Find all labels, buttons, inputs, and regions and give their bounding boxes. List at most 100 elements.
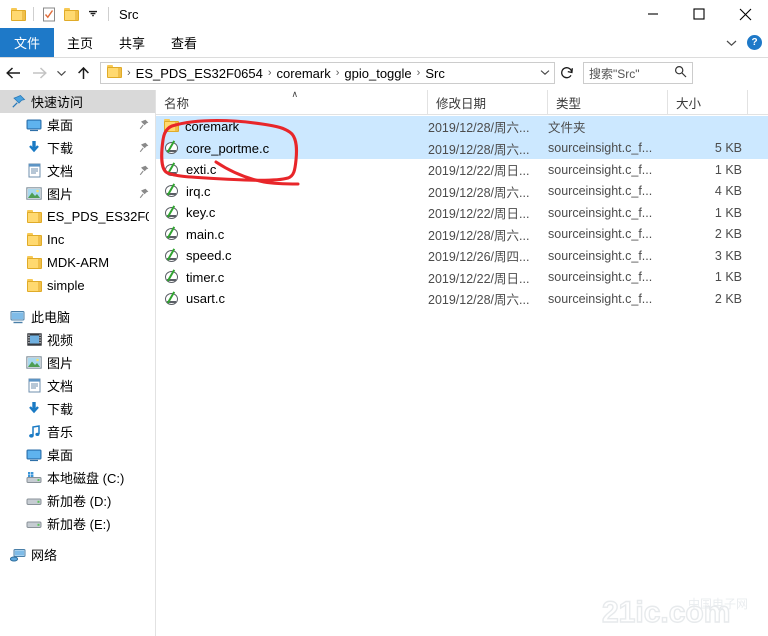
table-row[interactable]: irq.c 2019/12/28/周六... sourceinsight.c_f… xyxy=(156,181,768,203)
table-row[interactable]: key.c 2019/12/22/周日... sourceinsight.c_f… xyxy=(156,202,768,224)
refresh-button[interactable] xyxy=(555,62,579,84)
forward-button[interactable] xyxy=(26,60,52,86)
breadcrumb-item-1[interactable]: coremark xyxy=(275,66,333,81)
sourceinsight-icon xyxy=(164,226,180,242)
documents-icon xyxy=(26,163,42,179)
column-header-date[interactable]: 修改日期 xyxy=(428,90,548,115)
file-name-cell: usart.c xyxy=(164,291,225,307)
column-header-name[interactable]: ∧ 名称 xyxy=(156,89,428,115)
sidebar-item-pictures[interactable]: 图片 xyxy=(0,182,155,205)
file-size: 1 KB xyxy=(714,205,742,220)
sidebar-item-this-pc[interactable]: 此电脑 xyxy=(0,305,155,328)
file-name: usart.c xyxy=(186,291,226,307)
sidebar-item-local-disk-c[interactable]: 本地磁盘 (C:) xyxy=(0,466,155,489)
sidebar-item-videos[interactable]: 视频 xyxy=(0,328,155,351)
file-name: core_portme.c xyxy=(186,140,270,156)
table-row[interactable]: speed.c 2019/12/26/周四... sourceinsight.c… xyxy=(156,245,768,267)
new-folder-icon[interactable] xyxy=(60,3,82,25)
column-label: 修改日期 xyxy=(436,97,487,111)
chevron-down-icon[interactable] xyxy=(726,35,737,50)
sidebar-item-desktop[interactable]: 桌面 xyxy=(0,113,155,136)
sidebar-label: 音乐 xyxy=(47,425,74,440)
table-row[interactable]: usart.c 2019/12/28/周六... sourceinsight.c… xyxy=(156,288,768,310)
file-size: 5 KB xyxy=(714,141,742,156)
table-row[interactable]: coremark 2019/12/28/周六... 文件夹 xyxy=(156,116,768,138)
properties-icon[interactable] xyxy=(38,3,60,25)
pin-icon[interactable] xyxy=(139,118,149,133)
file-type: sourceinsight.c_f... xyxy=(548,205,653,220)
download-icon xyxy=(26,140,42,156)
close-icon[interactable] xyxy=(722,0,768,28)
sidebar-item-pictures-pc[interactable]: 图片 xyxy=(0,351,155,374)
column-label: 大小 xyxy=(676,97,702,111)
table-row[interactable]: timer.c 2019/12/22/周日... sourceinsight.c… xyxy=(156,267,768,289)
sidebar-item-documents-pc[interactable]: 文档 xyxy=(0,374,155,397)
file-type: sourceinsight.c_f... xyxy=(548,270,653,285)
tab-share[interactable]: 共享 xyxy=(106,28,158,57)
sidebar-item-inc[interactable]: Inc xyxy=(0,228,155,251)
file-size: 3 KB xyxy=(714,248,742,263)
title-bar: Src xyxy=(0,0,768,28)
file-name: speed.c xyxy=(186,248,232,264)
pin-icon[interactable] xyxy=(139,164,149,179)
sidebar-item-volume-d[interactable]: 新加卷 (D:) xyxy=(0,489,155,512)
chevron-down-icon[interactable] xyxy=(540,68,550,79)
tab-home[interactable]: 主页 xyxy=(54,28,106,57)
sidebar-item-music[interactable]: 音乐 xyxy=(0,420,155,443)
videos-icon xyxy=(26,332,42,348)
music-icon xyxy=(26,424,42,440)
this-pc-icon xyxy=(10,309,26,325)
ribbon-actions: ? xyxy=(726,28,762,57)
sidebar-label: simple xyxy=(47,278,85,293)
maximize-icon[interactable] xyxy=(676,0,722,28)
file-date: 2019/12/28/周六... xyxy=(428,185,530,200)
recent-locations-icon[interactable] xyxy=(52,60,70,86)
file-size: 2 KB xyxy=(714,291,742,306)
column-header-size[interactable]: 大小 xyxy=(668,90,748,115)
search-input[interactable]: 搜索"Src" xyxy=(583,62,693,84)
breadcrumb[interactable]: › ES_PDS_ES32F0654 › coremark › gpio_tog… xyxy=(100,62,555,84)
file-type: sourceinsight.c_f... xyxy=(548,141,653,156)
table-row[interactable]: exti.c 2019/12/22/周日... sourceinsight.c_… xyxy=(156,159,768,181)
sidebar-item-desktop-pc[interactable]: 桌面 xyxy=(0,443,155,466)
desktop-icon xyxy=(26,447,42,463)
file-size: 1 KB xyxy=(714,270,742,285)
sidebar-item-downloads[interactable]: 下载 xyxy=(0,136,155,159)
sidebar-item-quick-access[interactable]: 快速访问 xyxy=(0,90,155,113)
up-button[interactable] xyxy=(70,60,96,86)
sidebar-item-network[interactable]: 网络 xyxy=(0,543,155,566)
sidebar-item-downloads-pc[interactable]: 下载 xyxy=(0,397,155,420)
sidebar-item-volume-e[interactable]: 新加卷 (E:) xyxy=(0,512,155,535)
sidebar-item-simple[interactable]: simple xyxy=(0,274,155,297)
pin-icon[interactable] xyxy=(139,141,149,156)
tab-view[interactable]: 查看 xyxy=(158,28,210,57)
window-title: Src xyxy=(119,6,139,22)
tab-file[interactable]: 文件 xyxy=(0,28,55,57)
breadcrumb-item-3[interactable]: Src xyxy=(423,66,447,81)
folder-icon[interactable] xyxy=(7,3,29,25)
sidebar-item-documents[interactable]: 文档 xyxy=(0,159,155,182)
breadcrumb-item-2[interactable]: gpio_toggle xyxy=(342,66,413,81)
sidebar-label: ES_PDS_ES32F065 xyxy=(47,209,149,224)
help-icon[interactable]: ? xyxy=(747,35,762,50)
pin-icon[interactable] xyxy=(139,187,149,202)
breadcrumb-separator-2: › xyxy=(335,67,340,79)
column-header-type[interactable]: 类型 xyxy=(548,90,668,115)
sidebar-item-es-pds[interactable]: ES_PDS_ES32F065 xyxy=(0,205,155,228)
navigation-pane[interactable]: 快速访问 桌面 下载 文档 图片 ES_PDS_ES32F0 Inc MDK-A… xyxy=(0,90,155,636)
chevron-down-icon[interactable] xyxy=(82,3,104,25)
folder-icon xyxy=(26,255,42,271)
file-name-cell: key.c xyxy=(164,205,215,221)
minimize-icon[interactable] xyxy=(630,0,676,28)
back-button[interactable] xyxy=(0,60,26,86)
file-date: 2019/12/26/周四... xyxy=(428,250,530,265)
file-rows: coremark 2019/12/28/周六... 文件夹 core_portm… xyxy=(156,116,768,310)
sidebar-label: 下载 xyxy=(47,402,74,417)
table-row[interactable]: core_portme.c 2019/12/28/周六... sourceins… xyxy=(156,137,768,159)
breadcrumb-item-0[interactable]: ES_PDS_ES32F0654 xyxy=(134,66,265,81)
sidebar-item-mdk-arm[interactable]: MDK-ARM xyxy=(0,251,155,274)
search-icon[interactable] xyxy=(674,65,687,81)
file-list-pane[interactable]: ∧ 名称 修改日期 类型 大小 coremark 2019/12/28/周六..… xyxy=(156,89,768,636)
table-row[interactable]: main.c 2019/12/28/周六... sourceinsight.c_… xyxy=(156,224,768,246)
